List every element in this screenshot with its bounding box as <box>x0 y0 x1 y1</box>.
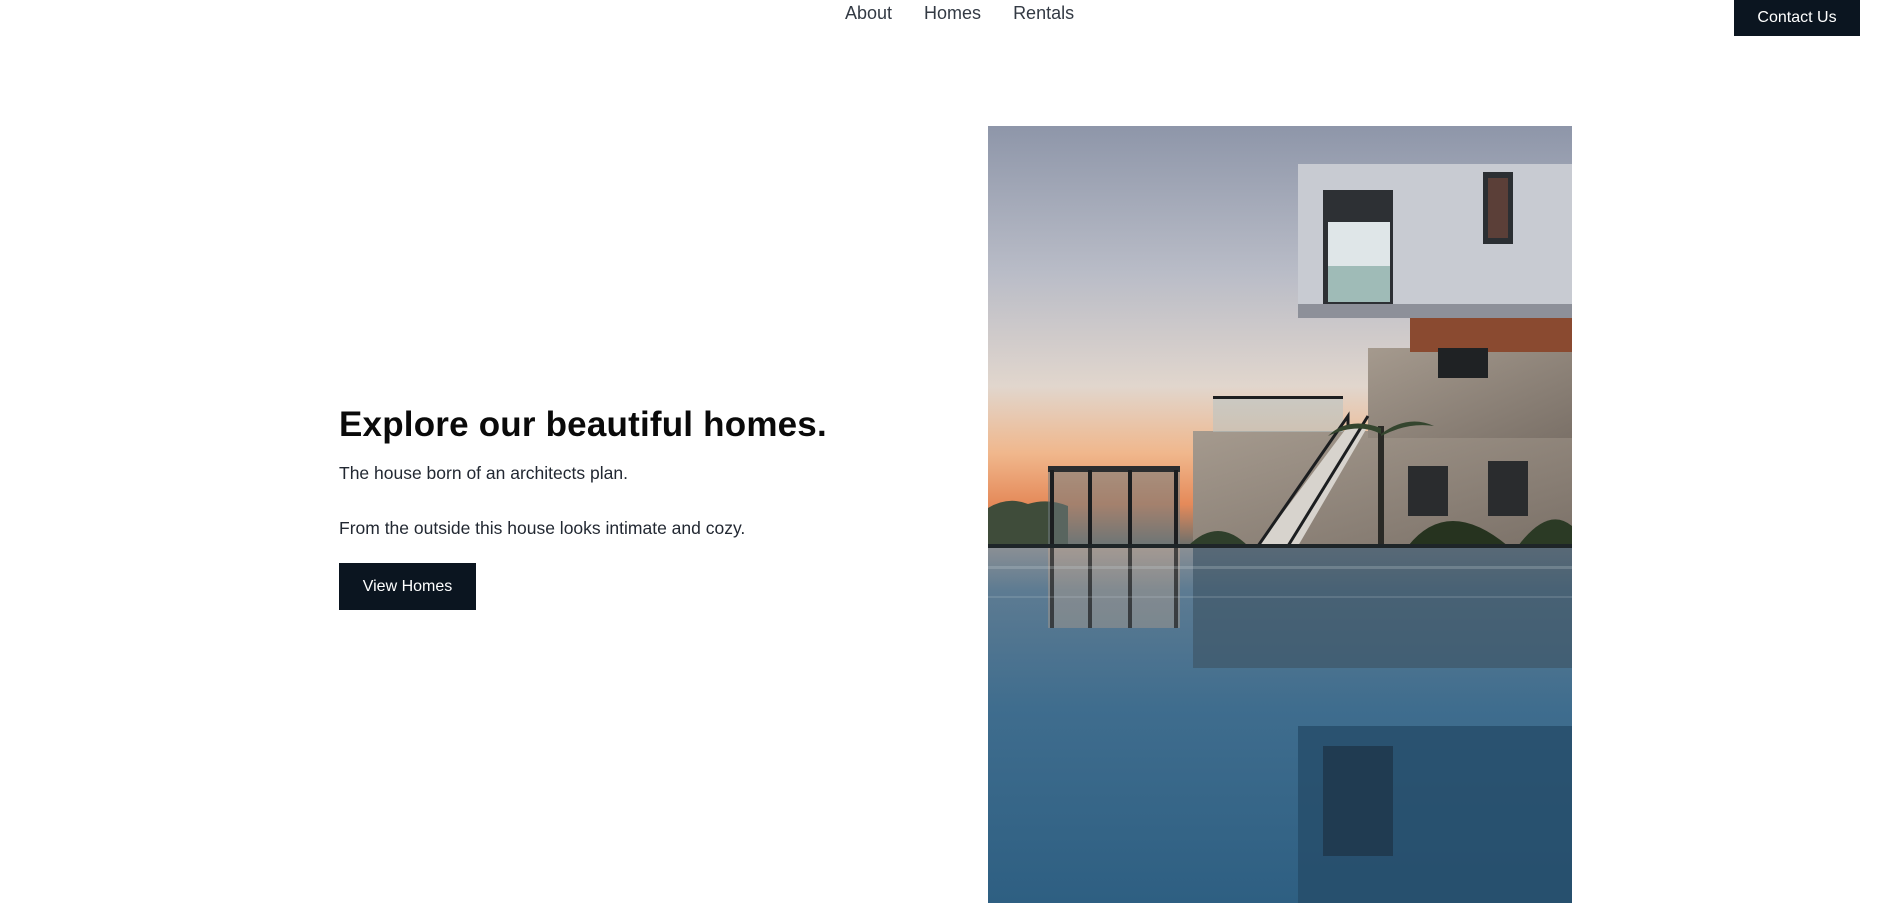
hero-title: Explore our beautiful homes. <box>339 405 827 444</box>
view-homes-button[interactable]: View Homes <box>339 563 476 610</box>
nav-link-about[interactable]: About <box>845 3 892 24</box>
hero-paragraph-1: The house born of an architects plan. <box>339 463 628 483</box>
nav-link-rentals[interactable]: Rentals <box>1013 3 1074 24</box>
hero-paragraph-2: From the outside this house looks intima… <box>339 518 746 538</box>
nav-link-homes[interactable]: Homes <box>924 3 981 24</box>
house-pool-illustration <box>988 126 1572 903</box>
hero-image-house-pool <box>988 126 1572 903</box>
top-navigation: About Homes Rentals Contact Us <box>0 0 1889 40</box>
nav-links: About Homes Rentals <box>845 3 1074 24</box>
contact-us-button[interactable]: Contact Us <box>1734 0 1860 36</box>
hero-text-block: Explore our beautiful homes. The house b… <box>339 405 899 610</box>
